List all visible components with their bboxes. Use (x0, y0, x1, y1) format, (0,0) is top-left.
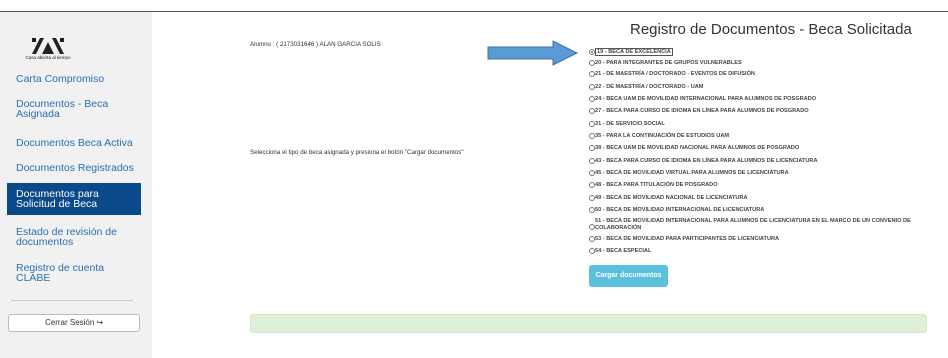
option-label: 38 - BECA UAM DE MOVILIDAD NACIONAL PARA… (595, 145, 800, 151)
logout-label: Cerrar Sesión (44, 318, 95, 327)
logout-button[interactable]: Cerrar Sesión ↪ (8, 314, 140, 332)
sidebar-item-estado-revision[interactable]: Estado de revisión de documentos (7, 227, 141, 248)
option-label: 50 - BECA DE MOVILIDAD INTERNACIONAL DE … (595, 207, 765, 213)
sidebar-item-documentos-registrados[interactable]: Documentos Registrados (7, 163, 141, 174)
status-alert (250, 314, 927, 333)
page-title: Registro de Documentos - Beca Solicitada (630, 21, 912, 38)
sidebar-item-documentos-solicitud-beca[interactable]: Documentos para Solicitud de Beca (7, 183, 141, 215)
option-label: 21 - DE MAESTRÍA / DOCTORADO - EVENTOS D… (595, 71, 755, 77)
sign-out-icon: ↪ (96, 318, 104, 327)
option-label: 35 - PARA LA CONTINUACIÓN DE ESTUDIOS UA… (595, 133, 730, 139)
option-label: 22 - DE MAESTRÍA / DOCTORADO - UAM (595, 84, 704, 90)
sidebar-item-registro-clabe[interactable]: Registro de cuenta CLABE (7, 263, 141, 284)
uam-logo: Casa abierta al tiempo (18, 36, 78, 66)
sidebar-item-documentos-beca-asignada[interactable]: Documentos - Beca Asignada (7, 99, 141, 120)
option-label: 51 - BECA DE MOVILIDAD INTERNACIONAL PAR… (595, 218, 911, 231)
instruction-text: Selecciona el tipo de beca asignada y pr… (250, 149, 464, 156)
option-label: 45 - BECA DE MOVILIDAD VIRTUAL PARA ALUM… (595, 170, 789, 176)
cargar-documentos-button[interactable]: Cargar documentos (589, 265, 668, 287)
sidebar-item-carta-compromiso[interactable]: Carta Compromiso (7, 74, 141, 85)
logo-caption: Casa abierta al tiempo (25, 55, 71, 60)
sidebar: Casa abierta al tiempo Carta Compromiso … (0, 12, 152, 358)
option-label: 20 - PARA INTEGRANTES DE GRUPOS VULNERAB… (595, 60, 742, 66)
option-label: 43 - BECA PARA CURSO DE IDIOMA EN LÍNEA … (595, 158, 818, 164)
option-label: 19 - BECA DE EXCELENCIA (595, 48, 673, 56)
option-label: 48 - BECA PARA TITULACIÓN DE POSGRADO (595, 182, 718, 188)
option-label: 24 - BECA UAM DE MOVILIDAD INTERNACIONAL… (595, 96, 817, 102)
option-label: 54 - BECA ESPECIAL (595, 248, 652, 254)
option-label: 27 - BECA PARA CURSO DE IDIOMA EN LÍNEA … (595, 108, 809, 114)
student-info: Alumno : ( 2173031646 ) ALAN GARCIA SOLI… (250, 41, 381, 48)
option-label: 53 - BECA DE MOVILIDAD PARA PARTICIPANTE… (595, 236, 780, 242)
option-label: 49 - BECA DE MOVILIDAD NACIONAL DE LICEN… (595, 195, 748, 201)
sidebar-divider (11, 300, 133, 301)
arrow-icon (487, 40, 579, 66)
sidebar-item-documentos-beca-activa[interactable]: Documentos Beca Activa (7, 138, 141, 149)
option-label: 31 - DE SERVICIO SOCIAL (595, 121, 665, 127)
